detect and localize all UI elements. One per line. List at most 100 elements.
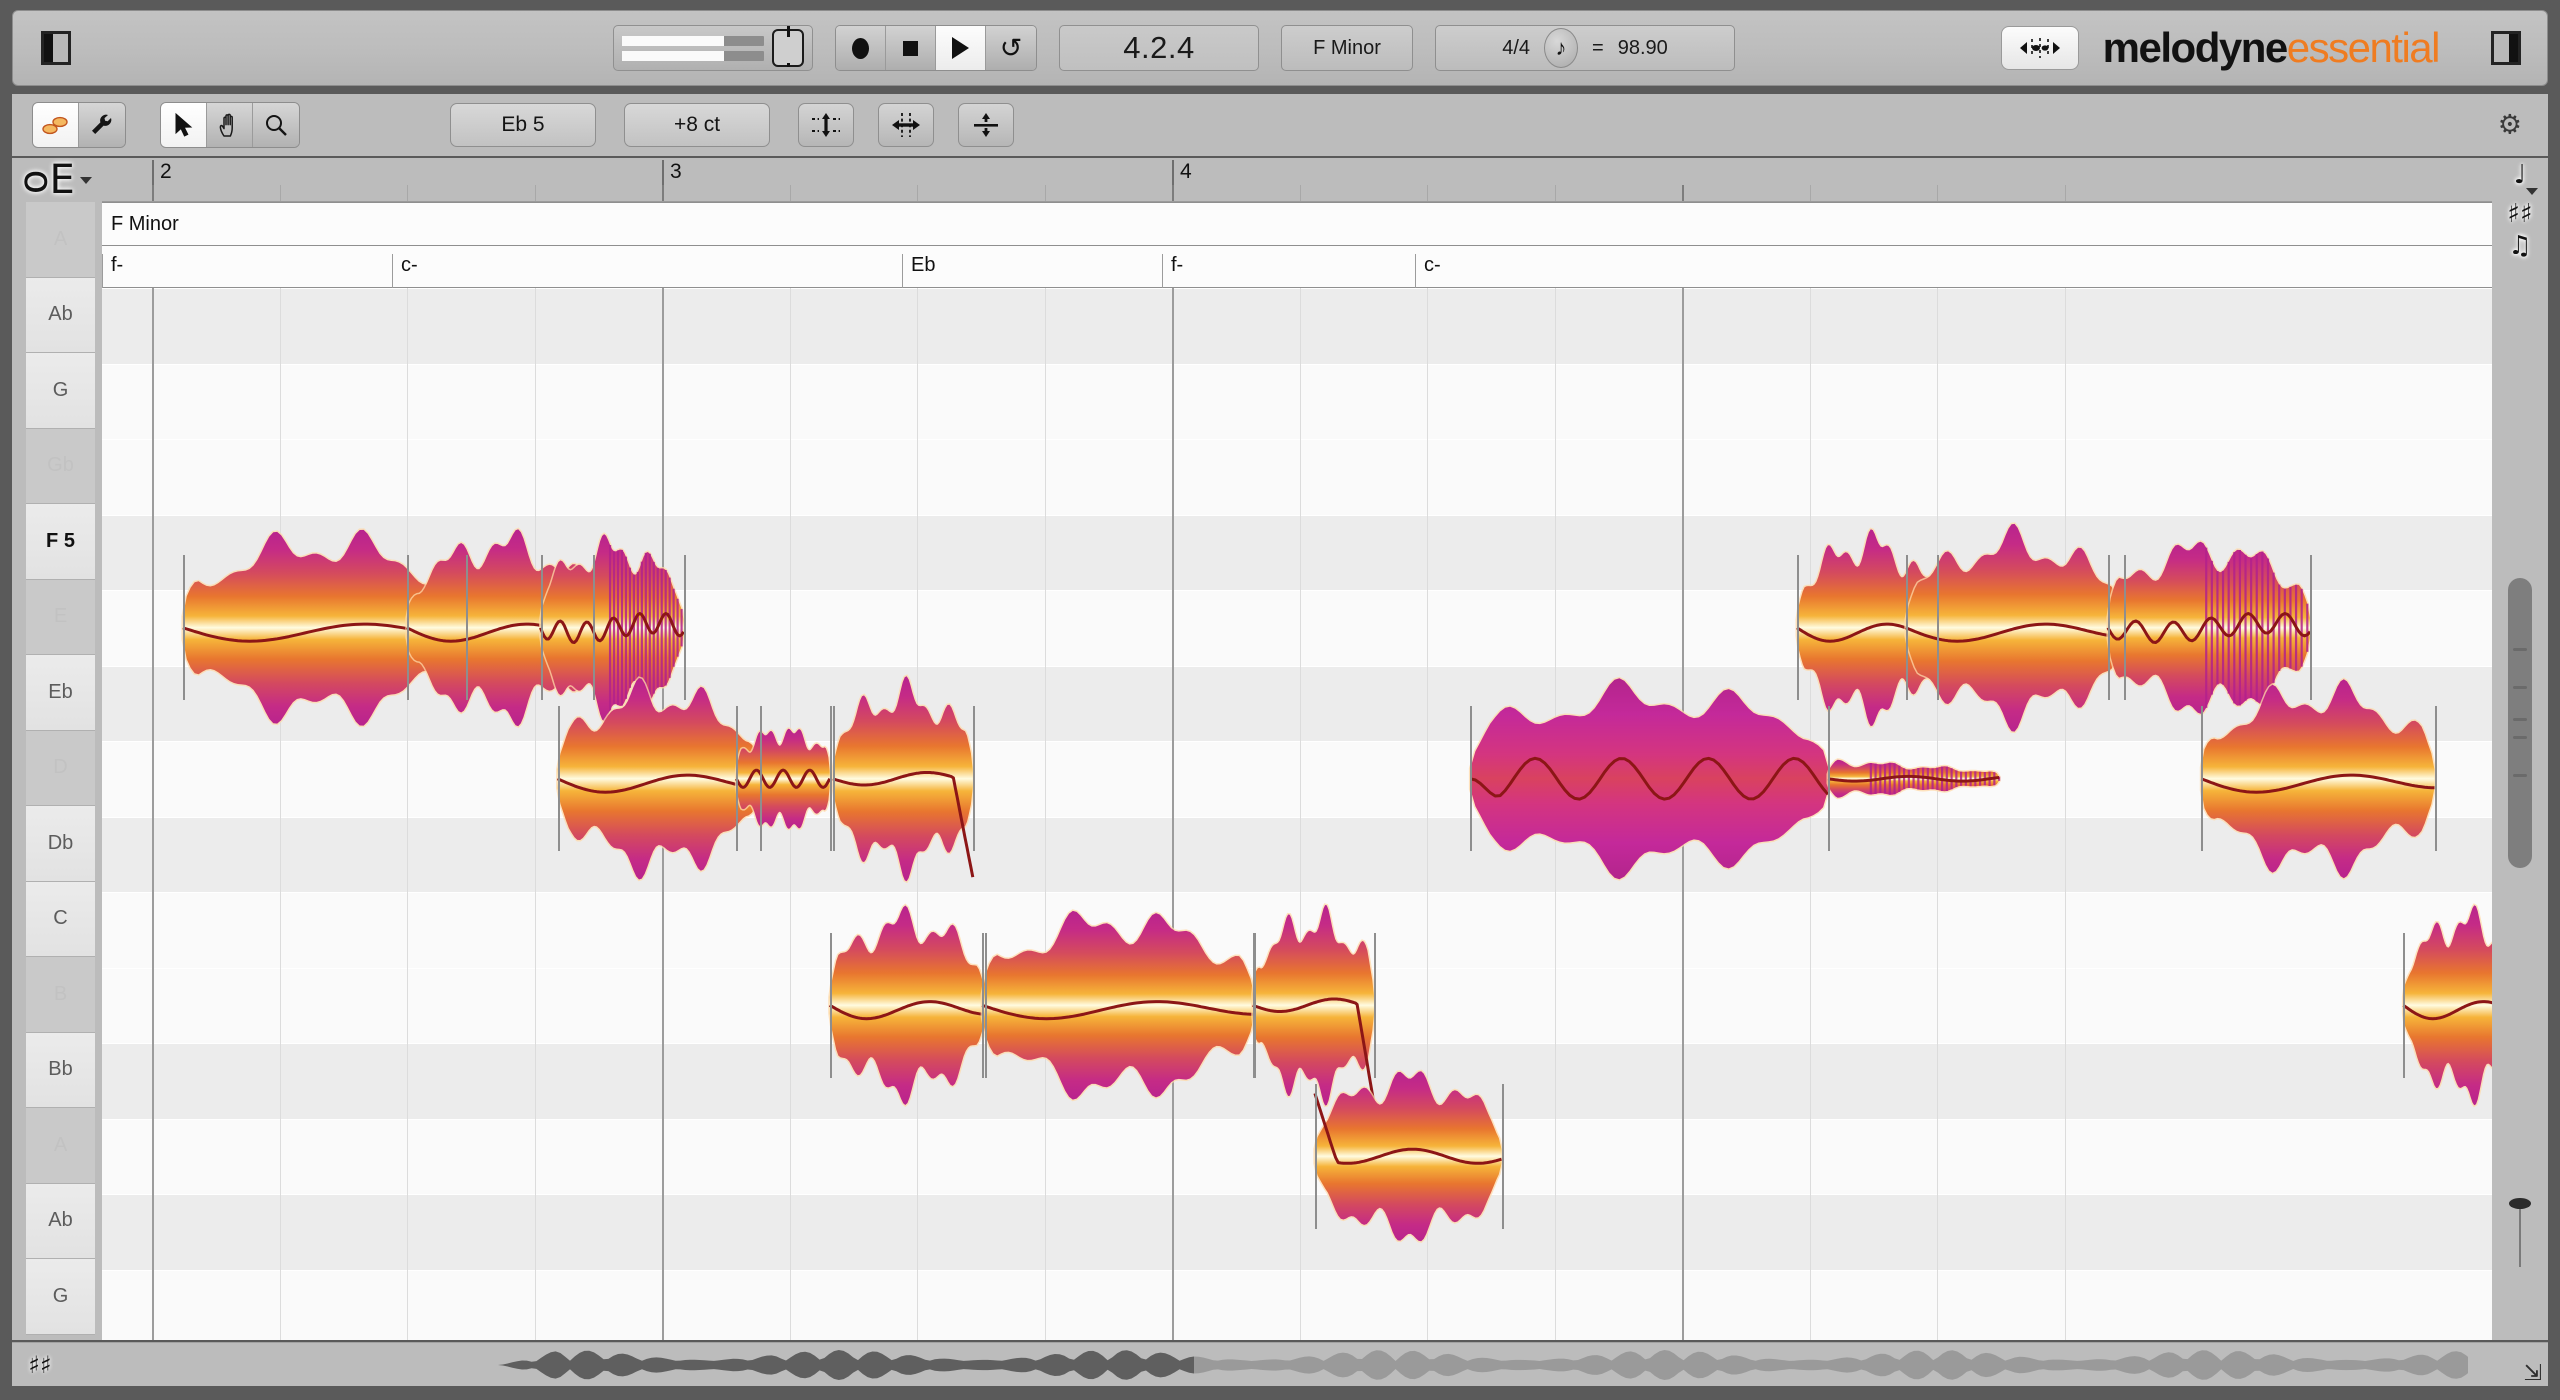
chord-lane[interactable]: f-c- Eb f-c- [102, 246, 2492, 288]
chord-Eb[interactable]: Eb [902, 254, 1162, 288]
note-separator[interactable] [406, 555, 409, 701]
note-separator[interactable] [1373, 932, 1376, 1078]
right-panel-toggle-button[interactable] [2483, 28, 2529, 68]
note-separator[interactable] [2201, 706, 2204, 852]
arrow-tool-button[interactable] [161, 103, 207, 147]
stop-button[interactable] [886, 26, 936, 70]
note-value-icon[interactable]: ♩ [2514, 162, 2526, 188]
pitch-label-a[interactable]: A [26, 1108, 95, 1184]
note-separator[interactable] [540, 555, 543, 701]
note-separator[interactable] [829, 932, 832, 1078]
grid-row-line [102, 363, 2492, 365]
key-lane[interactable]: F Minor [102, 202, 2492, 246]
play-button[interactable] [936, 26, 986, 70]
pitch-label-bb[interactable]: Bb [26, 1032, 95, 1108]
sharps-icon[interactable]: ♯♯ [2507, 201, 2532, 227]
chord-f[interactable]: f- [102, 254, 392, 288]
pitch-label-g[interactable]: G [26, 1259, 95, 1335]
pitch-label-g[interactable]: G [26, 353, 95, 429]
note-separator[interactable] [557, 706, 560, 852]
play-icon [952, 37, 969, 59]
chord-c[interactable]: c- [1415, 254, 1602, 288]
note-separator[interactable] [465, 555, 468, 701]
transport-controls: ↺ [835, 25, 1037, 71]
grid-row-ab [102, 1269, 2492, 1340]
key-lane-label: F Minor [111, 213, 179, 235]
note-separator[interactable] [1470, 706, 1473, 852]
note-separator[interactable] [832, 706, 835, 852]
pitch-label-text: C [53, 907, 68, 930]
note-separator[interactable] [1936, 555, 1939, 701]
zoom-tool-button[interactable] [253, 103, 299, 147]
note-separator[interactable] [1828, 706, 1831, 852]
zoom-handle-icon [2509, 1198, 2531, 1209]
pitch-label-ab[interactable]: Ab [26, 1183, 95, 1259]
note-separator[interactable] [593, 555, 596, 701]
resize-corner-icon[interactable]: ⇲ [2524, 1362, 2542, 1384]
note-separator[interactable] [2123, 555, 2126, 701]
timeline-ruler[interactable]: 2 3 4 [102, 158, 2492, 202]
position-display[interactable]: 4.2.4 [1059, 25, 1259, 71]
left-panel-toggle-button[interactable] [33, 28, 79, 68]
note-edit-mode-button[interactable] [33, 103, 79, 147]
notestack-icon[interactable]: ♫ [2508, 233, 2531, 259]
note-separator[interactable] [1796, 555, 1799, 701]
note-separator[interactable] [985, 932, 988, 1078]
note-separator[interactable] [2310, 555, 2313, 701]
algorithm-settings-button[interactable] [79, 103, 125, 147]
note-separator[interactable] [1314, 1083, 1317, 1229]
waveform-overview[interactable] [68, 1345, 2548, 1385]
vertical-scrollbar[interactable] [2508, 578, 2532, 868]
clip-indicator-button[interactable] [772, 26, 804, 67]
note-grid-area[interactable]: 234 F Minor f-c- Eb f-c- [102, 158, 2492, 1340]
note-separator[interactable] [2403, 932, 2406, 1078]
pitch-label-a[interactable]: A [26, 202, 95, 278]
note-separator[interactable] [759, 706, 762, 852]
level-meter-group[interactable] [613, 25, 813, 71]
chord-f[interactable]: f- [1162, 254, 1415, 288]
grid-row-bb [102, 1118, 2492, 1194]
pitch-tool-button[interactable] [798, 103, 854, 147]
pitch-label-f-5[interactable]: F 5 [26, 504, 95, 580]
note-separator[interactable] [972, 706, 975, 852]
metronome-icon[interactable]: ♪ [1544, 28, 1579, 68]
note-separator[interactable] [2434, 706, 2437, 852]
note-separator[interactable] [736, 706, 739, 852]
chevron-down-icon[interactable] [2526, 188, 2538, 195]
pitch-label-d[interactable]: D [26, 730, 95, 806]
pitch-label-db[interactable]: Db [26, 806, 95, 882]
note-separator[interactable] [1905, 555, 1908, 701]
grid-row-gb [102, 514, 2492, 590]
record-button[interactable] [836, 26, 886, 70]
pitch-label-ab[interactable]: Ab [26, 277, 95, 353]
note-separator[interactable] [182, 555, 185, 701]
note-separator[interactable] [683, 555, 686, 701]
overview-waveform-segment [498, 1349, 1194, 1380]
note-separator[interactable] [829, 706, 832, 852]
note-separator[interactable] [1501, 1083, 1504, 1229]
note-pitch-field[interactable]: Eb 5 [450, 103, 596, 147]
grid-row-line [102, 665, 2492, 667]
note-blob-grid[interactable] [102, 288, 2492, 1340]
pitch-label-c[interactable]: C [26, 881, 95, 957]
pitch-label-b[interactable]: B [26, 957, 95, 1033]
chord-c[interactable]: c- [392, 254, 902, 288]
note-separator[interactable] [982, 932, 985, 1078]
tempo-display[interactable]: 4/4 ♪ = 98.90 [1435, 25, 1735, 71]
overview-sharps-icon[interactable]: ♯♯ [12, 1351, 68, 1379]
cents-offset-field[interactable]: +8 ct [624, 103, 770, 147]
settings-gear-icon[interactable]: ⚙ [2498, 111, 2522, 139]
note-separation-button[interactable] [958, 103, 1014, 147]
pitch-label-e[interactable]: E [26, 579, 95, 655]
note-separator[interactable] [1252, 932, 1255, 1078]
clef-selector[interactable]: ᴑE [12, 158, 102, 202]
note-separator[interactable] [2107, 555, 2110, 701]
hand-tool-button[interactable] [207, 103, 253, 147]
pitch-label-gb[interactable]: Gb [26, 428, 95, 504]
loop-button[interactable]: ↺ [986, 26, 1036, 70]
vertical-zoom-control[interactable] [2509, 1198, 2531, 1267]
algorithm-button[interactable] [2000, 26, 2079, 70]
key-display[interactable]: F Minor [1281, 25, 1413, 71]
time-tool-button[interactable] [878, 103, 934, 147]
pitch-label-eb[interactable]: Eb [26, 655, 95, 731]
